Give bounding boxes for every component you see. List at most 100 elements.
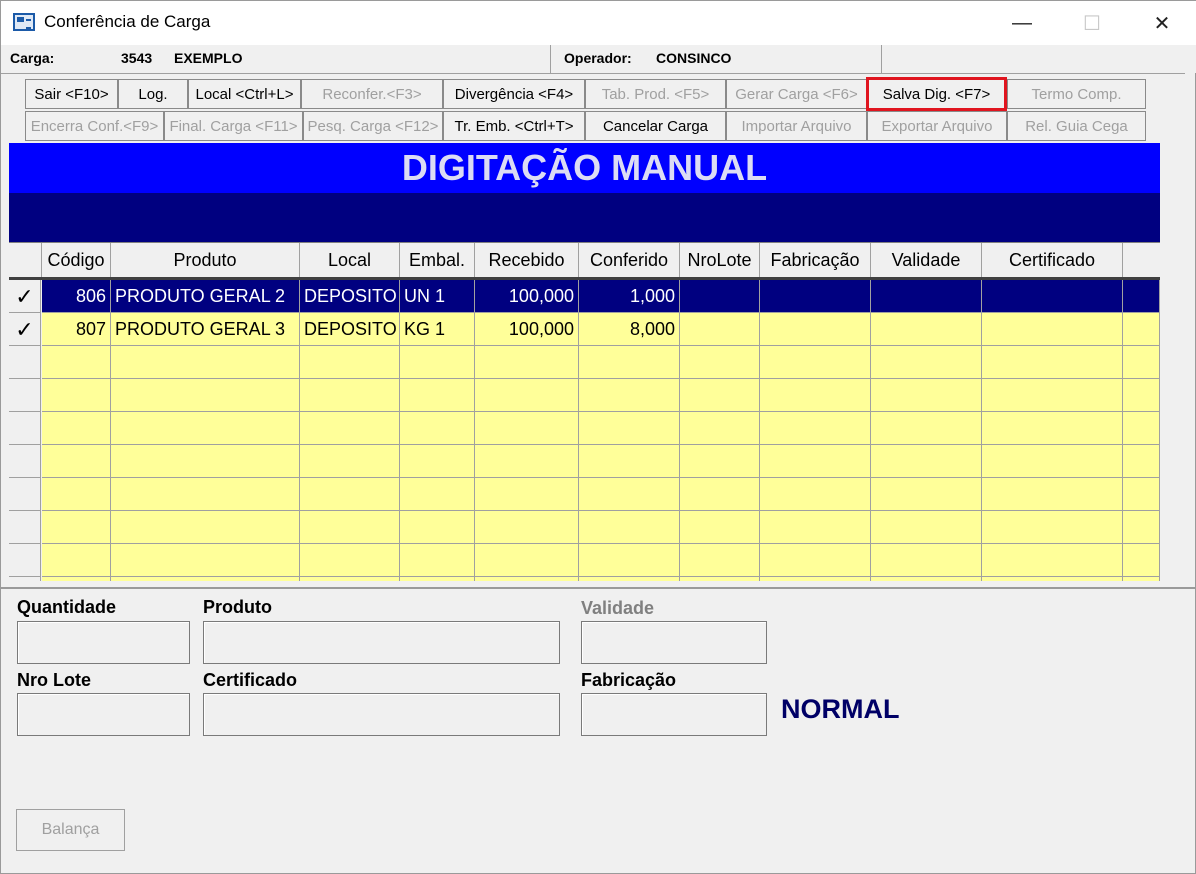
row-check-indicator[interactable] [9, 445, 41, 478]
cell-nrolote[interactable] [680, 577, 760, 581]
cell-certificado[interactable] [982, 313, 1123, 346]
items-grid[interactable]: Código Produto Local Embal. Recebido Con… [9, 242, 1160, 581]
cell-embal[interactable]: KG 1 [400, 313, 475, 346]
cell-nrolote[interactable] [680, 379, 760, 412]
reconfer-button[interactable]: Reconfer.<F3> [301, 79, 443, 109]
cell-embal[interactable] [400, 577, 475, 581]
cell-conferido[interactable] [579, 544, 680, 577]
sair-button[interactable]: Sair <F10> [25, 79, 118, 109]
cell-nrolote[interactable] [680, 445, 760, 478]
table-row[interactable] [9, 511, 1160, 544]
row-check-indicator[interactable] [9, 478, 41, 511]
cell-certificado[interactable] [982, 412, 1123, 445]
row-check-indicator[interactable] [9, 511, 41, 544]
cell-nrolote[interactable] [680, 313, 760, 346]
cell-recebido[interactable] [475, 346, 579, 379]
cell-recebido[interactable] [475, 511, 579, 544]
cell-conferido[interactable] [579, 412, 680, 445]
col-header-embal[interactable]: Embal. [400, 243, 475, 277]
cell-certificado[interactable] [982, 379, 1123, 412]
cell-codigo[interactable]: 806 [42, 280, 111, 313]
col-header-recebido[interactable]: Recebido [475, 243, 579, 277]
validade-field[interactable] [581, 621, 767, 664]
exportar-arquivo-button[interactable]: Exportar Arquivo [867, 111, 1007, 141]
cell-codigo[interactable] [42, 445, 111, 478]
cell-embal[interactable] [400, 346, 475, 379]
quantidade-field[interactable] [17, 621, 190, 664]
cell-embal[interactable] [400, 412, 475, 445]
cell-local[interactable] [300, 445, 400, 478]
cell-recebido[interactable] [475, 577, 579, 581]
cell-codigo[interactable] [42, 577, 111, 581]
minimize-button[interactable]: — [987, 1, 1057, 45]
cell-produto[interactable] [111, 478, 300, 511]
cell-filler[interactable] [1123, 478, 1160, 511]
cell-produto[interactable] [111, 577, 300, 581]
cell-recebido[interactable]: 100,000 [475, 280, 579, 313]
row-check-indicator[interactable] [9, 379, 41, 412]
cell-codigo[interactable] [42, 346, 111, 379]
cell-validade[interactable] [871, 412, 982, 445]
cell-filler[interactable] [1123, 577, 1160, 581]
cell-nrolote[interactable] [680, 544, 760, 577]
col-header-certificado[interactable]: Certificado [982, 243, 1123, 277]
cell-validade[interactable] [871, 577, 982, 581]
table-row[interactable] [9, 577, 1160, 581]
cell-recebido[interactable] [475, 412, 579, 445]
col-header-produto[interactable]: Produto [111, 243, 300, 277]
cell-nrolote[interactable] [680, 280, 760, 313]
pesq-carga-button[interactable]: Pesq. Carga <F12> [303, 111, 443, 141]
cell-embal[interactable] [400, 445, 475, 478]
termo-comp-button[interactable]: Termo Comp. [1007, 79, 1146, 109]
cell-local[interactable]: DEPOSITO [300, 313, 400, 346]
cell-embal[interactable] [400, 544, 475, 577]
cell-certificado[interactable] [982, 445, 1123, 478]
tr-emb-button[interactable]: Tr. Emb. <Ctrl+T> [443, 111, 585, 141]
cell-conferido[interactable]: 1,000 [579, 280, 680, 313]
cell-validade[interactable] [871, 313, 982, 346]
cell-filler[interactable] [1123, 511, 1160, 544]
cell-conferido[interactable] [579, 445, 680, 478]
table-row[interactable] [9, 544, 1160, 577]
cell-local[interactable] [300, 577, 400, 581]
cell-filler[interactable] [1123, 445, 1160, 478]
cell-produto[interactable] [111, 346, 300, 379]
row-check-indicator[interactable]: ✓ [9, 280, 41, 313]
tab-prod-button[interactable]: Tab. Prod. <F5> [585, 79, 726, 109]
gerar-carga-button[interactable]: Gerar Carga <F6> [726, 79, 867, 109]
cell-certificado[interactable] [982, 544, 1123, 577]
col-header-fabricacao[interactable]: Fabricação [760, 243, 871, 277]
local-button[interactable]: Local <Ctrl+L> [188, 79, 301, 109]
cell-fabricacao[interactable] [760, 478, 871, 511]
cell-embal[interactable] [400, 478, 475, 511]
cell-fabricacao[interactable] [760, 577, 871, 581]
cell-codigo[interactable] [42, 511, 111, 544]
cell-recebido[interactable] [475, 544, 579, 577]
table-row[interactable] [9, 379, 1160, 412]
cell-local[interactable] [300, 379, 400, 412]
cell-validade[interactable] [871, 544, 982, 577]
cell-recebido[interactable]: 100,000 [475, 313, 579, 346]
cell-certificado[interactable] [982, 577, 1123, 581]
cell-nrolote[interactable] [680, 478, 760, 511]
row-check-indicator[interactable] [9, 544, 41, 577]
cell-codigo[interactable] [42, 379, 111, 412]
table-row[interactable]: ✓ 807 PRODUTO GERAL 3 DEPOSITO KG 1 100,000 8,… [9, 313, 1160, 346]
importar-arquivo-button[interactable]: Importar Arquivo [726, 111, 867, 141]
cell-validade[interactable] [871, 511, 982, 544]
row-check-indicator[interactable] [9, 577, 41, 581]
cell-filler[interactable] [1123, 412, 1160, 445]
cell-fabricacao[interactable] [760, 346, 871, 379]
cell-produto[interactable] [111, 511, 300, 544]
cell-fabricacao[interactable] [760, 379, 871, 412]
cell-produto[interactable] [111, 412, 300, 445]
cell-fabricacao[interactable] [760, 280, 871, 313]
cell-recebido[interactable] [475, 478, 579, 511]
cell-certificado[interactable] [982, 511, 1123, 544]
cell-conferido[interactable] [579, 346, 680, 379]
col-header-conferido[interactable]: Conferido [579, 243, 680, 277]
fabricacao-field[interactable] [581, 693, 767, 736]
final-carga-button[interactable]: Final. Carga <F11> [164, 111, 303, 141]
produto-field[interactable] [203, 621, 560, 664]
cell-validade[interactable] [871, 280, 982, 313]
